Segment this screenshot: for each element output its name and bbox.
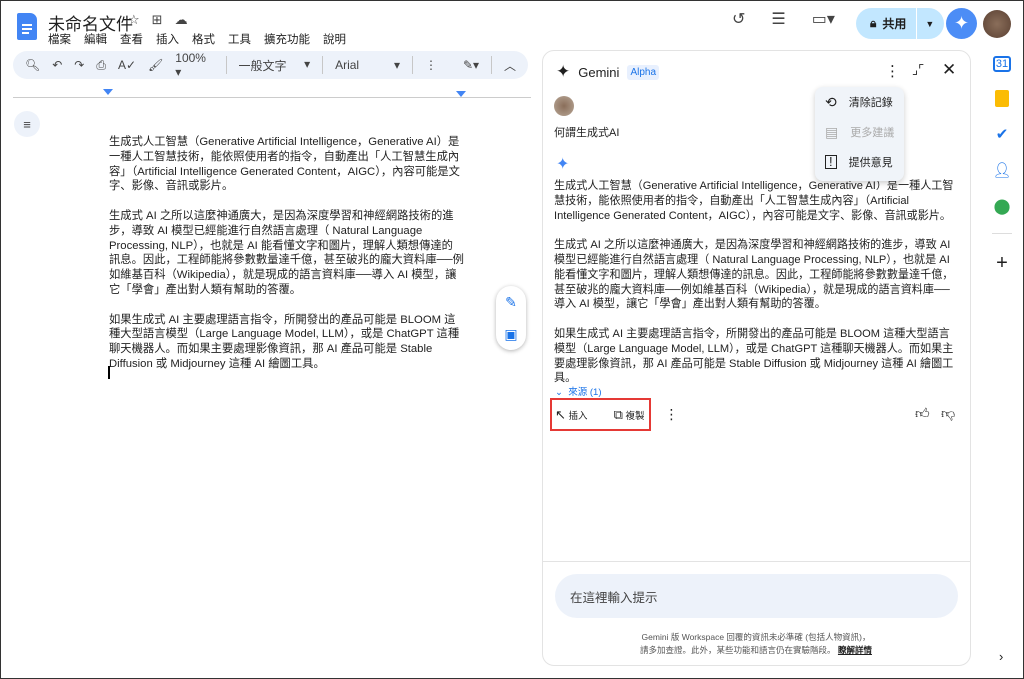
menu-view[interactable]: 查看 — [120, 31, 143, 47]
zoom-select[interactable]: 100% ▾ — [175, 51, 213, 79]
floating-actions: ✎ ▣ — [496, 286, 526, 350]
side-rail: 31 ✔ 👤︎ ⬤ + — [989, 56, 1015, 275]
doc-paragraph: 生成式人工智慧（Generative Artificial Intelligen… — [109, 136, 460, 193]
chevron-down-icon: ⌄ — [555, 387, 563, 398]
menu-item-feedback[interactable]: ! 提供意見 — [815, 147, 904, 177]
star-icon[interactable]: ☆ — [128, 12, 140, 28]
gemini-title: Gemini — [578, 64, 620, 80]
suggestions-icon: ▤ — [825, 123, 839, 140]
clear-history-icon: ⟲ — [825, 93, 837, 110]
disclaimer: Gemini 版 Workspace 回覆的資訊未必準確 (包括人物資訊)， 請… — [640, 632, 872, 655]
menu-bar: 檔案 編輯 查看 插入 格式 工具 擴充功能 說明 — [48, 31, 346, 47]
tasks-icon[interactable]: ✔ — [996, 125, 1009, 143]
expand-rail-icon[interactable]: › — [999, 649, 1003, 664]
learn-more-link[interactable]: 瞭解詳情 — [838, 645, 872, 655]
copy-icon: ⧉ — [613, 406, 623, 422]
menu-insert[interactable]: 插入 — [156, 31, 179, 47]
keep-icon[interactable] — [995, 90, 1009, 107]
text-cursor — [108, 366, 110, 379]
document-body[interactable]: 生成式人工智慧（Generative Artificial Intelligen… — [109, 135, 464, 387]
add-comment-icon[interactable]: ▣ — [504, 326, 517, 343]
meet-icon[interactable]: ▭▾ — [812, 9, 835, 29]
gemini-button[interactable]: ✦ — [946, 8, 977, 39]
font-select[interactable]: Arial ▾ — [335, 58, 400, 72]
gemini-icon: ✦ — [556, 62, 571, 81]
gemini-response-icon: ✦ — [556, 156, 570, 173]
maps-icon[interactable]: ⬤ — [994, 197, 1011, 215]
share-dropdown-icon[interactable]: ▼ — [925, 19, 934, 29]
panel-more-icon[interactable]: ⋮ — [885, 62, 900, 80]
user-avatar-small — [554, 96, 574, 116]
sparkle-icon: ✦ — [953, 13, 970, 33]
close-icon[interactable]: ✕ — [942, 60, 956, 80]
history-icon[interactable]: ↺ — [732, 9, 745, 29]
editing-mode-icon[interactable]: ✎▾ — [463, 58, 479, 72]
comments-icon[interactable]: ☰ — [771, 9, 785, 29]
cloud-saved-icon[interactable]: ☁ — [175, 12, 188, 28]
share-button[interactable]: 🔒︎ 共用 ▼ — [856, 8, 944, 39]
feedback-icon: ! — [825, 155, 837, 169]
minimize-icon[interactable]: ⌟⌜ — [912, 62, 924, 78]
doc-paragraph: 如果生成式 AI 主要處理語言指令，所開發出的產品可能是 BLOOM 這種大型語… — [109, 313, 460, 370]
gemini-response: 生成式人工智慧（Generative Artificial Intelligen… — [554, 180, 954, 385]
paint-format-icon[interactable]: 🖌︎ — [148, 58, 163, 72]
left-indent-marker[interactable] — [103, 89, 113, 95]
user-prompt: 何謂生成式AI — [554, 127, 620, 139]
collapse-icon[interactable]: ︿ — [504, 57, 516, 74]
alpha-badge: Alpha — [627, 64, 660, 80]
calendar-icon[interactable]: 31 — [992, 56, 1012, 72]
menu-file[interactable]: 檔案 — [48, 31, 71, 47]
menu-item-clear-history[interactable]: ⟲ 清除記錄 — [815, 87, 904, 117]
menu-edit[interactable]: 編輯 — [84, 31, 107, 47]
spellcheck-icon[interactable]: A✓ — [118, 58, 136, 72]
copy-button[interactable]: ⧉ 複製 — [614, 407, 645, 423]
contacts-icon[interactable]: 👤︎ — [992, 161, 1011, 179]
move-folder-icon[interactable]: ⊞ — [152, 12, 163, 28]
search-icon[interactable]: 🔍︎ — [25, 58, 40, 72]
style-select[interactable]: 一般文字 ▾ — [238, 57, 310, 74]
thumbs-up-icon[interactable]: 👍︎ — [915, 405, 930, 422]
insert-button[interactable]: ↖ 插入 — [555, 407, 588, 423]
undo-icon[interactable]: ↶ — [52, 58, 62, 72]
insert-arrow-icon: ↖ — [555, 406, 566, 422]
ruler — [13, 97, 531, 98]
help-me-write-icon[interactable]: ✎ — [505, 294, 517, 311]
thumbs-down-icon[interactable]: 👎︎ — [941, 405, 955, 422]
user-avatar[interactable] — [983, 10, 1011, 38]
menu-tools[interactable]: 工具 — [228, 31, 251, 47]
redo-icon[interactable]: ↷ — [74, 58, 84, 72]
sources-toggle[interactable]: ⌄ 來源 (1) — [555, 384, 602, 398]
menu-format[interactable]: 格式 — [192, 31, 215, 47]
menu-help[interactable]: 說明 — [323, 31, 346, 47]
more-icon[interactable]: ⋮ — [425, 58, 437, 72]
response-more-icon[interactable]: ⋮ — [665, 406, 679, 423]
docs-logo-icon[interactable] — [17, 13, 37, 40]
print-icon[interactable]: ⎙ — [96, 58, 106, 73]
menu-item-more-suggestions: ▤ 更多建議 — [825, 123, 895, 140]
outline-icon[interactable]: ≡ — [14, 111, 40, 137]
add-addon-icon[interactable]: + — [996, 252, 1008, 275]
right-indent-marker[interactable] — [456, 91, 466, 97]
prompt-input[interactable]: 在這裡輸入提示 — [555, 574, 958, 618]
panel-menu: ⟲ 清除記錄 ▤ 更多建議 ! 提供意見 — [815, 87, 904, 181]
toolbar: 🔍︎ ↶ ↷ ⎙ A✓ 🖌︎ 100% ▾ 一般文字 ▾ Arial ▾ ⋮ ✎▾ … — [13, 51, 528, 79]
menu-extensions[interactable]: 擴充功能 — [264, 31, 310, 47]
lock-icon: 🔒︎ — [870, 16, 877, 30]
doc-paragraph: 生成式 AI 之所以這麼神通廣大，是因為深度學習和神經網路技術的進步，導致 AI… — [109, 209, 464, 296]
